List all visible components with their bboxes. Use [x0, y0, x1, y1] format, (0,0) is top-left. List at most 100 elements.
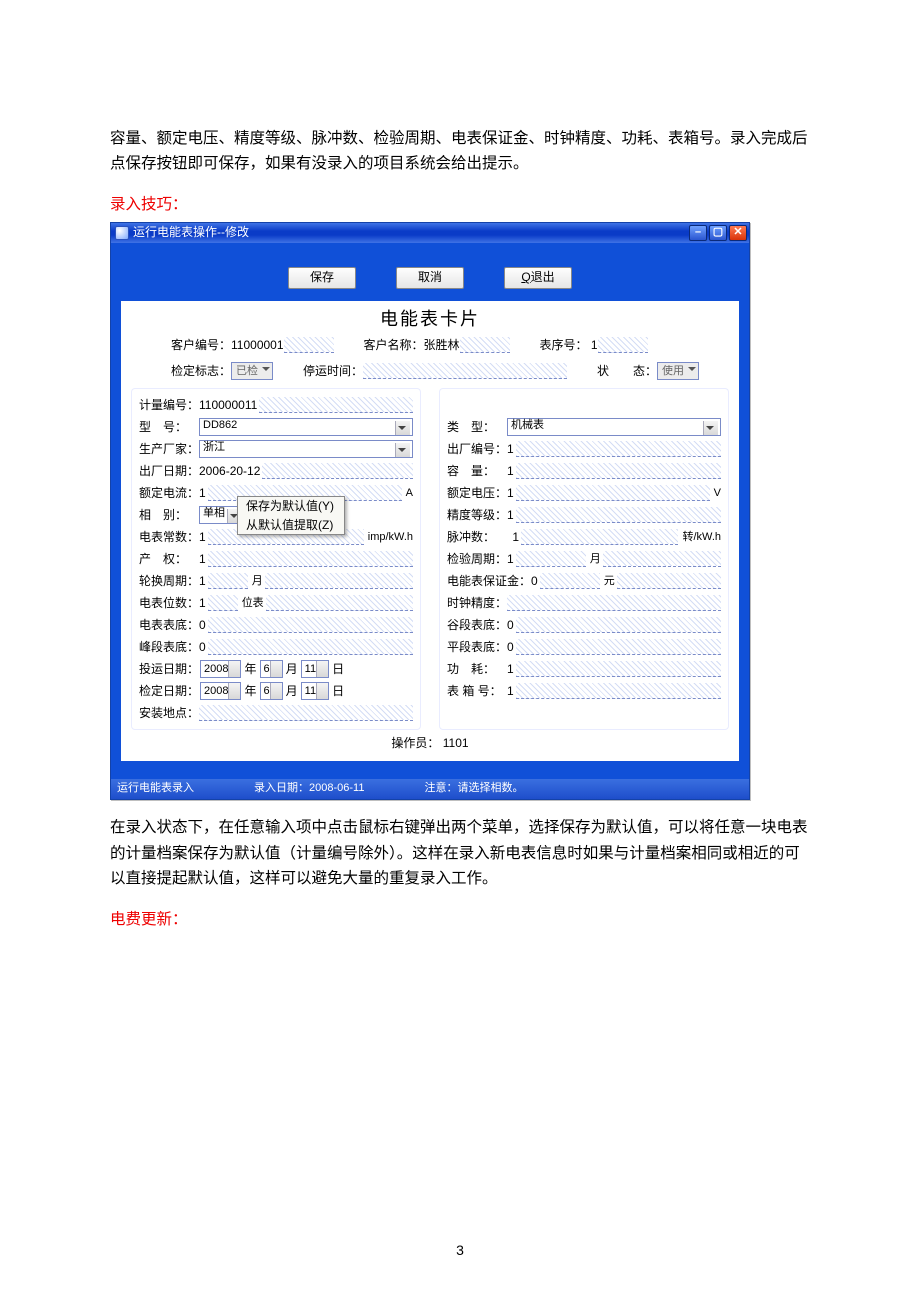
- check-flag-select[interactable]: 已检: [231, 362, 273, 380]
- unit-a: A: [406, 487, 413, 500]
- rated-current-value: 1: [199, 486, 206, 500]
- intro-paragraph: 容量、额定电压、精度等级、脉冲数、检验周期、电表保证金、时钟精度、功耗、表箱号。…: [110, 126, 810, 177]
- unit-digits: 位表: [242, 597, 264, 610]
- install-input[interactable]: [199, 705, 413, 721]
- titlebar[interactable]: 运行电能表操作--修改 – ▢ ✕: [111, 223, 749, 243]
- peak-label: 峰段表底：: [139, 640, 199, 654]
- minimize-button[interactable]: –: [689, 225, 707, 241]
- valley-input[interactable]: [516, 617, 721, 633]
- operator-value: 1101: [443, 736, 469, 750]
- rated-voltage-input[interactable]: [516, 485, 710, 501]
- digits-label: 电表位数：: [139, 596, 199, 610]
- install-label: 安装地点：: [139, 706, 199, 720]
- app-window: 运行电能表操作--修改 – ▢ ✕ 保存 取消 Q 退出 电能表卡片 客户编号：…: [110, 222, 750, 800]
- base-label: 电表表底：: [139, 618, 199, 632]
- owner-input[interactable]: [208, 551, 413, 567]
- model-select[interactable]: DD862: [199, 418, 413, 436]
- digits-value: 1: [199, 596, 206, 610]
- unit-pulse: 转/kW.h: [682, 531, 721, 544]
- clock-input[interactable]: [507, 595, 721, 611]
- check-cycle-value: 1: [507, 552, 514, 566]
- capacity-value: 1: [507, 464, 514, 478]
- mfr-label: 生产厂家：: [139, 442, 199, 456]
- capacity-input[interactable]: [516, 463, 721, 479]
- const-label: 电表常数：: [139, 530, 199, 544]
- accuracy-label: 精度等级：: [447, 508, 507, 522]
- power-value: 1: [507, 662, 514, 676]
- status-mode: 运行电能表录入: [117, 782, 194, 795]
- cust-no-value: 11000001: [231, 338, 284, 352]
- mfr-select[interactable]: 浙江: [199, 440, 413, 458]
- valley-value: 0: [507, 618, 514, 632]
- clock-label: 时钟精度：: [447, 596, 507, 610]
- base-value: 0: [199, 618, 206, 632]
- accuracy-input[interactable]: [516, 507, 721, 523]
- rated-current-label: 额定电流：: [139, 486, 199, 500]
- const-value: 1: [199, 530, 206, 544]
- base-input[interactable]: [208, 617, 413, 633]
- valley-label: 谷段表底：: [447, 618, 507, 632]
- box-label: 表 箱 号：: [447, 684, 507, 698]
- peak-input[interactable]: [208, 639, 413, 655]
- power-input[interactable]: [516, 661, 721, 677]
- check-date-spinner[interactable]: 2008年 6月 11日: [199, 682, 413, 700]
- check-cycle-input[interactable]: [516, 551, 586, 567]
- pulse-input[interactable]: [521, 529, 678, 545]
- power-label: 功 耗：: [447, 662, 507, 676]
- cust-name-label: 客户名称：: [364, 338, 424, 352]
- type-select[interactable]: 机械表: [507, 418, 721, 436]
- flat-label: 平段表底：: [447, 640, 507, 654]
- run-date-label: 投运日期：: [139, 662, 199, 676]
- ctx-load-default[interactable]: 从默认值提取(Z): [238, 516, 344, 534]
- meter-no-input[interactable]: [259, 397, 413, 413]
- out-date-value: 2006-20-12: [199, 464, 260, 478]
- explanation-paragraph: 在录入状态下，在任意输入项中点击鼠标右键弹出两个菜单，选择保存为默认值，可以将任…: [110, 815, 810, 892]
- digits-input[interactable]: [208, 595, 238, 611]
- update-heading: 电费更新：: [110, 907, 810, 933]
- owner-label: 产 权：: [139, 552, 199, 566]
- flat-input[interactable]: [516, 639, 721, 655]
- status-hint: 注意：请选择相数。: [424, 782, 523, 795]
- status-bar: 运行电能表录入 录入日期：2008-06-11 注意：请选择相数。: [111, 779, 749, 799]
- page-number: 3: [0, 1239, 920, 1262]
- check-cycle-label: 检验周期：: [447, 552, 507, 566]
- context-menu[interactable]: 保存为默认值(Y) 从默认值提取(Z): [237, 496, 345, 535]
- unit-month2: 月: [590, 553, 601, 566]
- state-select[interactable]: 使用: [657, 362, 699, 380]
- quit-button[interactable]: Q 退出: [504, 267, 572, 289]
- model-label: 型 号：: [139, 420, 199, 434]
- box-value: 1: [507, 684, 514, 698]
- pulse-label: 脉冲数：: [447, 530, 507, 544]
- rotate-cycle-value: 1: [199, 574, 206, 588]
- status-date-value: 2008-06-11: [309, 782, 364, 794]
- maximize-button[interactable]: ▢: [709, 225, 727, 241]
- status-date-label: 录入日期：: [254, 782, 309, 794]
- ctx-save-default[interactable]: 保存为默认值(Y): [238, 497, 344, 515]
- peak-value: 0: [199, 640, 206, 654]
- box-input[interactable]: [516, 683, 721, 699]
- cust-no-label: 客户编号：: [171, 338, 231, 352]
- out-date-input[interactable]: [262, 463, 413, 479]
- stop-time-input[interactable]: [363, 363, 567, 379]
- run-date-spinner[interactable]: 2008年 6月 11日: [199, 660, 413, 678]
- cancel-button[interactable]: 取消: [396, 267, 464, 289]
- check-flag-label: 检定标志：: [171, 364, 231, 378]
- pulse-value: 1: [512, 530, 519, 544]
- check-date-label: 检定日期：: [139, 684, 199, 698]
- fac-no-input[interactable]: [516, 441, 721, 457]
- fac-no-value: 1: [507, 442, 514, 456]
- deposit-input[interactable]: [540, 573, 600, 589]
- rated-voltage-value: 1: [507, 486, 514, 500]
- rotate-cycle-input[interactable]: [208, 573, 248, 589]
- rated-voltage-label: 额定电压：: [447, 486, 507, 500]
- window-title: 运行电能表操作--修改: [133, 225, 689, 239]
- app-icon: [115, 226, 129, 240]
- tips-heading: 录入技巧：: [110, 192, 810, 218]
- owner-value: 1: [199, 552, 206, 566]
- card-title: 电能表卡片: [131, 309, 729, 331]
- close-button[interactable]: ✕: [729, 225, 747, 241]
- flat-value: 0: [507, 640, 514, 654]
- seq-value: 1: [591, 338, 598, 352]
- operator-label: 操作员：: [391, 736, 439, 750]
- save-button[interactable]: 保存: [288, 267, 356, 289]
